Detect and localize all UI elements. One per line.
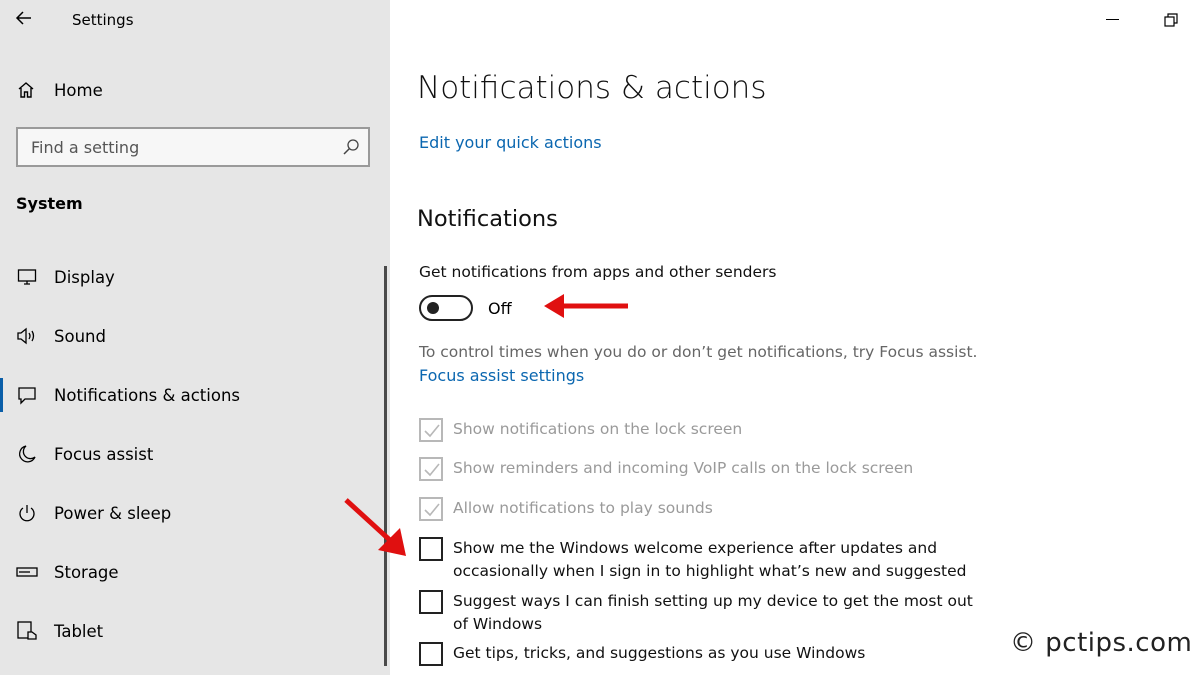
checkbox-voip-reminders[interactable]: Show reminders and incoming VoIP calls o… (419, 457, 973, 481)
checkbox[interactable] (419, 642, 443, 666)
checkbox-play-sounds[interactable]: Allow notifications to play sounds (419, 497, 973, 521)
minimize-icon[interactable] (1106, 19, 1119, 20)
checkbox[interactable] (419, 418, 443, 442)
sidebar-item-label: Power & sleep (54, 503, 172, 523)
checkbox[interactable] (419, 590, 443, 614)
checkbox-label-line: of Windows (453, 615, 543, 633)
sidebar-item-label: Tablet (54, 621, 104, 641)
search-input[interactable] (18, 129, 318, 165)
toggle-state-label: Off (488, 299, 512, 318)
search-box[interactable] (16, 127, 370, 167)
app-title: Settings (72, 11, 134, 29)
speaker-icon (16, 325, 38, 347)
checkbox-label-line: occasionally when I sign in to highlight… (453, 562, 967, 580)
sidebar-item-label: Storage (54, 562, 119, 582)
sidebar-item-tablet[interactable]: Tablet (0, 608, 383, 654)
checkbox-label: Show notifications on the lock screen (453, 420, 743, 438)
sidebar-item-focus-assist[interactable]: Focus assist (0, 431, 383, 477)
sidebar-scrollbar[interactable] (384, 266, 387, 666)
back-arrow-icon[interactable] (14, 8, 38, 32)
checkbox-label: Get tips, tricks, and suggestions as you… (453, 644, 866, 662)
message-icon (16, 384, 38, 406)
sidebar-item-sound[interactable]: Sound (0, 313, 383, 359)
sidebar: Settings Home System Display Sound Notif… (0, 0, 390, 675)
checkbox-label-line: Show me the Windows welcome experience a… (453, 539, 938, 557)
section-label: System (16, 194, 83, 213)
sidebar-item-power-sleep[interactable]: Power & sleep (0, 490, 383, 536)
home-icon (18, 82, 34, 98)
power-icon (16, 502, 38, 524)
notifications-toggle[interactable] (419, 295, 473, 321)
checkmark-icon (424, 463, 440, 477)
checkbox-label: Allow notifications to play sounds (453, 499, 713, 517)
storage-icon (16, 561, 38, 583)
checkbox-tips-tricks[interactable]: Get tips, tricks, and suggestions as you… (419, 642, 973, 666)
home-label: Home (54, 80, 103, 100)
search-icon[interactable] (342, 138, 360, 156)
toggle-caption: Get notifications from apps and other se… (419, 263, 777, 281)
focus-assist-description: To control times when you do or don’t ge… (419, 343, 978, 361)
sidebar-item-display[interactable]: Display (0, 254, 383, 300)
active-indicator (0, 378, 3, 412)
restore-icon[interactable] (1164, 13, 1178, 27)
focus-assist-settings-link[interactable]: Focus assist settings (419, 366, 584, 385)
checkmark-icon (424, 503, 440, 517)
annotation-arrow-down-right-icon (344, 498, 406, 556)
checkbox-label: Show reminders and incoming VoIP calls o… (453, 459, 914, 477)
checkbox-label-line: Suggest ways I can finish setting up my … (453, 592, 973, 610)
checkbox-lock-screen[interactable]: Show notifications on the lock screen (419, 418, 973, 442)
moon-icon (16, 443, 38, 465)
checkbox-suggest-setup[interactable]: Suggest ways I can finish setting up my … (419, 590, 973, 636)
checkbox[interactable] (419, 457, 443, 481)
edit-quick-actions-link[interactable]: Edit your quick actions (419, 133, 602, 152)
checkbox-welcome-experience[interactable]: Show me the Windows welcome experience a… (419, 537, 973, 583)
watermark: © pctips.com (1010, 628, 1193, 658)
checkbox-label: Show me the Windows welcome experience a… (453, 537, 973, 583)
checkbox[interactable] (419, 497, 443, 521)
section-heading: Notifications (417, 206, 558, 232)
sidebar-item-label: Notifications & actions (54, 385, 241, 405)
page-title: Notifications & actions (417, 70, 767, 106)
sidebar-item-label: Focus assist (54, 444, 154, 464)
sidebar-item-storage[interactable]: Storage (0, 549, 383, 595)
display-icon (16, 266, 38, 288)
toggle-knob (427, 302, 439, 314)
tablet-icon (16, 620, 38, 642)
sidebar-item-label: Sound (54, 326, 106, 346)
annotation-arrow-left-icon (544, 294, 628, 318)
sidebar-item-label: Display (54, 267, 115, 287)
sidebar-home[interactable]: Home (16, 76, 103, 104)
sidebar-item-notifications[interactable]: Notifications & actions (0, 372, 383, 418)
checkmark-icon (424, 424, 440, 438)
checkbox[interactable] (419, 537, 443, 561)
checkbox-label: Suggest ways I can finish setting up my … (453, 590, 973, 636)
